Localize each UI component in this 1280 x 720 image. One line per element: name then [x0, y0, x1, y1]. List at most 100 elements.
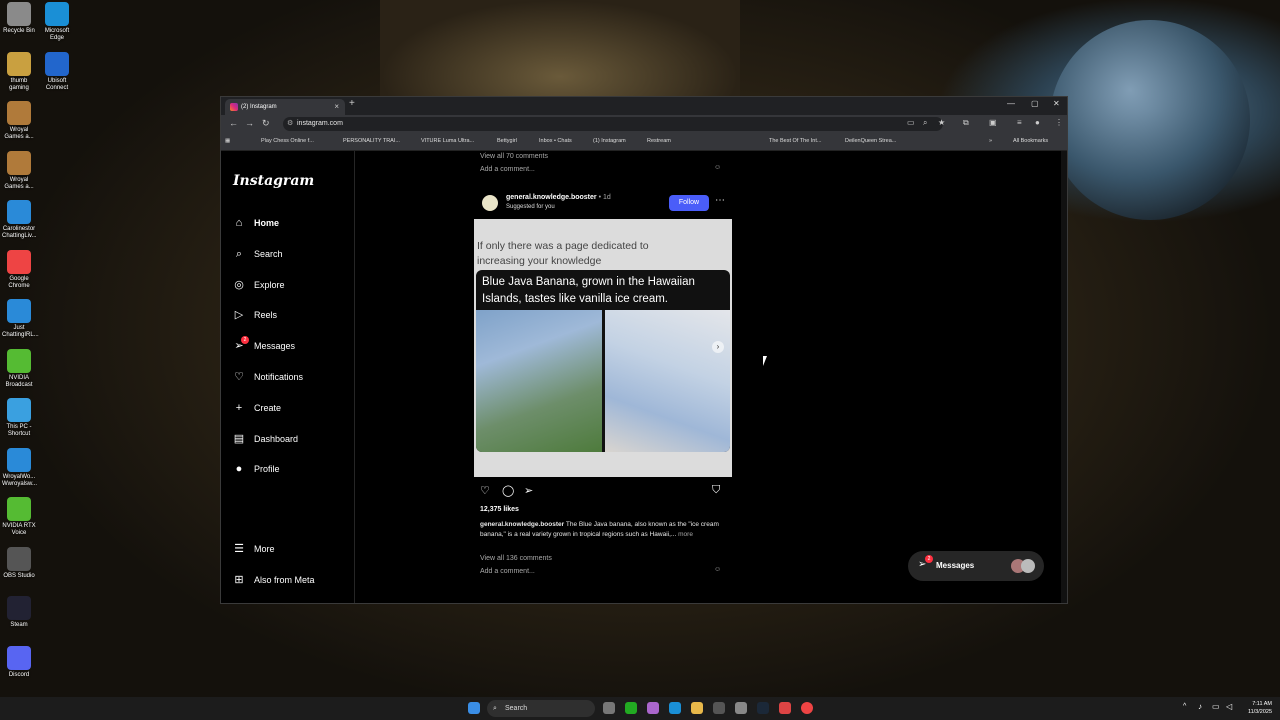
sidebar-item-reels[interactable]: ▷ Reels [233, 309, 277, 321]
desktop-icon[interactable]: Recycle Bin [2, 2, 36, 35]
tab-instagram[interactable]: (2) Instagram × [225, 99, 345, 115]
bookmark-item[interactable]: PERSONALITY TRAI... [343, 138, 400, 144]
site-info-icon[interactable]: ⚙ [287, 117, 293, 131]
desktop-icon[interactable]: Steam [2, 596, 36, 629]
caption-username[interactable]: general.knowledge.booster [480, 521, 564, 528]
desktop-app-icon [7, 596, 31, 620]
avatar[interactable] [482, 195, 498, 211]
mic-icon[interactable]: ♪ [1198, 702, 1202, 711]
emoji-icon[interactable]: ☺ [714, 164, 721, 171]
store-icon[interactable] [713, 702, 725, 714]
new-tab-icon[interactable]: + [349, 98, 355, 109]
forward-icon[interactable]: → [245, 118, 254, 128]
tray-chevron-icon[interactable]: ^ [1183, 703, 1186, 710]
bookmark-item[interactable]: Play Chess Online f... [261, 138, 314, 144]
sidebar-item-explore[interactable]: ◎ Explore [233, 279, 284, 291]
volume-icon[interactable]: ◁ [1226, 702, 1232, 711]
desktop-icon[interactable]: OBS Studio [2, 546, 36, 580]
prev-view-comments[interactable]: View all 70 comments [480, 153, 548, 160]
settings-icon[interactable] [735, 702, 747, 714]
bookmark-item[interactable]: VITURE Luma Ultra... [421, 138, 474, 144]
caption-more[interactable]: more [678, 531, 693, 538]
app-icon[interactable] [779, 702, 791, 714]
bookmark-star-icon[interactable]: ★ [938, 118, 945, 127]
sidebar-item-meta[interactable]: ⊞ Also from Meta [233, 574, 314, 586]
profile-icon[interactable]: ● [1035, 118, 1040, 127]
media-icon[interactable]: ≡ [1017, 118, 1022, 127]
view-comments[interactable]: View all 136 comments [480, 555, 552, 562]
close-tab-icon[interactable]: × [334, 99, 339, 115]
windows-start-icon[interactable] [468, 702, 480, 714]
sidebar-item-notifications[interactable]: ♡ Notifications [233, 371, 303, 383]
share-icon[interactable]: ➢ [524, 484, 533, 497]
sidebar-item-profile[interactable]: ● Profile [233, 463, 280, 475]
add-comment-input[interactable]: Add a comment... [480, 568, 535, 575]
bookmark-item[interactable]: Restream [647, 138, 671, 144]
desktop-icon[interactable]: WroyalWo... Wwroyalsw... [2, 447, 37, 488]
taskbar-search[interactable]: ⌕ Search [487, 700, 595, 717]
desktop-icon[interactable]: Google Chrome [2, 249, 36, 290]
desktop-icon[interactable]: Wroyal Games a... [2, 101, 36, 141]
desktop-icon[interactable]: Carolinestor ChattingLiv... [2, 200, 37, 240]
menu-kebab-icon[interactable]: ⋮ [1055, 118, 1063, 127]
browser-window: (2) Instagram × + — ▢ ✕ ← → ↻ ⚙ instagra… [220, 96, 1068, 604]
apps-icon[interactable]: ▦ [225, 138, 230, 144]
desktop-icon[interactable]: thumb gaming [2, 51, 36, 92]
more-options-icon[interactable]: ⋯ [715, 195, 725, 206]
emoji-icon[interactable]: ☺ [714, 566, 721, 573]
back-icon[interactable]: ← [229, 118, 238, 128]
likes-count[interactable]: 12,375 likes [480, 506, 519, 513]
sidebar-item-more[interactable]: ☰ More [233, 543, 274, 555]
desktop-icon[interactable]: Discord [2, 645, 36, 679]
file-explorer-icon[interactable] [691, 702, 703, 714]
nvidia-icon[interactable] [625, 702, 637, 714]
scrollbar[interactable] [1061, 151, 1067, 603]
bookmark-item[interactable]: Inbox • Chats [539, 138, 572, 144]
sidebar-item-create[interactable]: + Create [233, 402, 281, 414]
copilot-icon[interactable] [647, 702, 659, 714]
network-icon[interactable]: ▭ [1212, 702, 1220, 711]
like-icon[interactable]: ♡ [480, 484, 490, 497]
desktop-icon[interactable]: Ubisoft Connect [40, 51, 74, 92]
next-slide-icon[interactable]: › [712, 341, 724, 353]
desktop-icon[interactable]: NVIDIA Broadcast [2, 348, 36, 389]
zoom-icon[interactable]: ⌕ [923, 118, 927, 128]
desktop-icon[interactable]: This PC - Shortcut [2, 398, 36, 438]
desktop-icon[interactable]: Wroyal Games a... [2, 150, 36, 191]
close-window-icon[interactable]: ✕ [1053, 99, 1060, 108]
follow-button[interactable]: Follow [669, 195, 709, 211]
cast-icon[interactable]: ▭ [907, 118, 915, 127]
bookmark-item[interactable]: The Best Of The Int... [769, 138, 821, 144]
reload-icon[interactable]: ↻ [262, 118, 270, 129]
sidebar-item-home[interactable]: ⌂ Home [233, 217, 279, 229]
bookmark-item[interactable]: DeilenQueen Strea... [845, 138, 896, 144]
clock[interactable]: 7:11 AM 11/3/2025 [1240, 700, 1272, 716]
comment-icon[interactable]: ◯ [502, 484, 514, 497]
side-panel-icon[interactable]: ▣ [989, 118, 997, 127]
bookmark-item[interactable]: Bettygirl [497, 138, 517, 144]
desktop-icon[interactable]: NVIDIA RTX Voice [2, 497, 36, 537]
task-view-icon[interactable] [603, 702, 615, 714]
url-input[interactable]: ⚙ instagram.com [283, 117, 943, 131]
extensions-icon[interactable]: ⧉ [963, 118, 969, 128]
chrome-icon[interactable] [801, 702, 813, 714]
post-username[interactable]: general.knowledge.booster [506, 194, 597, 201]
bookmark-item[interactable]: (1) Instagram [593, 138, 626, 144]
post-image[interactable]: If only there was a page dedicated to in… [474, 219, 732, 477]
save-icon[interactable]: ⛉ [712, 484, 720, 497]
sidebar-item-messages[interactable]: ➢ 2 Messages [233, 336, 295, 352]
maximize-icon[interactable]: ▢ [1031, 99, 1039, 108]
sidebar-item-label: Search [254, 248, 283, 259]
steam-icon[interactable] [757, 702, 769, 714]
sidebar-item-dashboard[interactable]: ▤ Dashboard [233, 433, 298, 445]
minimize-icon[interactable]: — [1007, 99, 1015, 108]
prev-add-comment[interactable]: Add a comment... [480, 166, 535, 173]
desktop-icon[interactable]: Just ChattingIRL... [2, 299, 39, 339]
instagram-logo[interactable]: Instagram [233, 173, 314, 189]
desktop-icon[interactable]: Microsoft Edge [40, 2, 74, 42]
sidebar-item-search[interactable]: ⌕ Search [233, 248, 283, 260]
messages-bar[interactable]: ➢ 2 Messages [908, 551, 1044, 581]
all-bookmarks[interactable]: All Bookmarks [1013, 138, 1048, 144]
chevron-right-icon[interactable]: » [989, 138, 992, 144]
edge-icon[interactable] [669, 702, 681, 714]
